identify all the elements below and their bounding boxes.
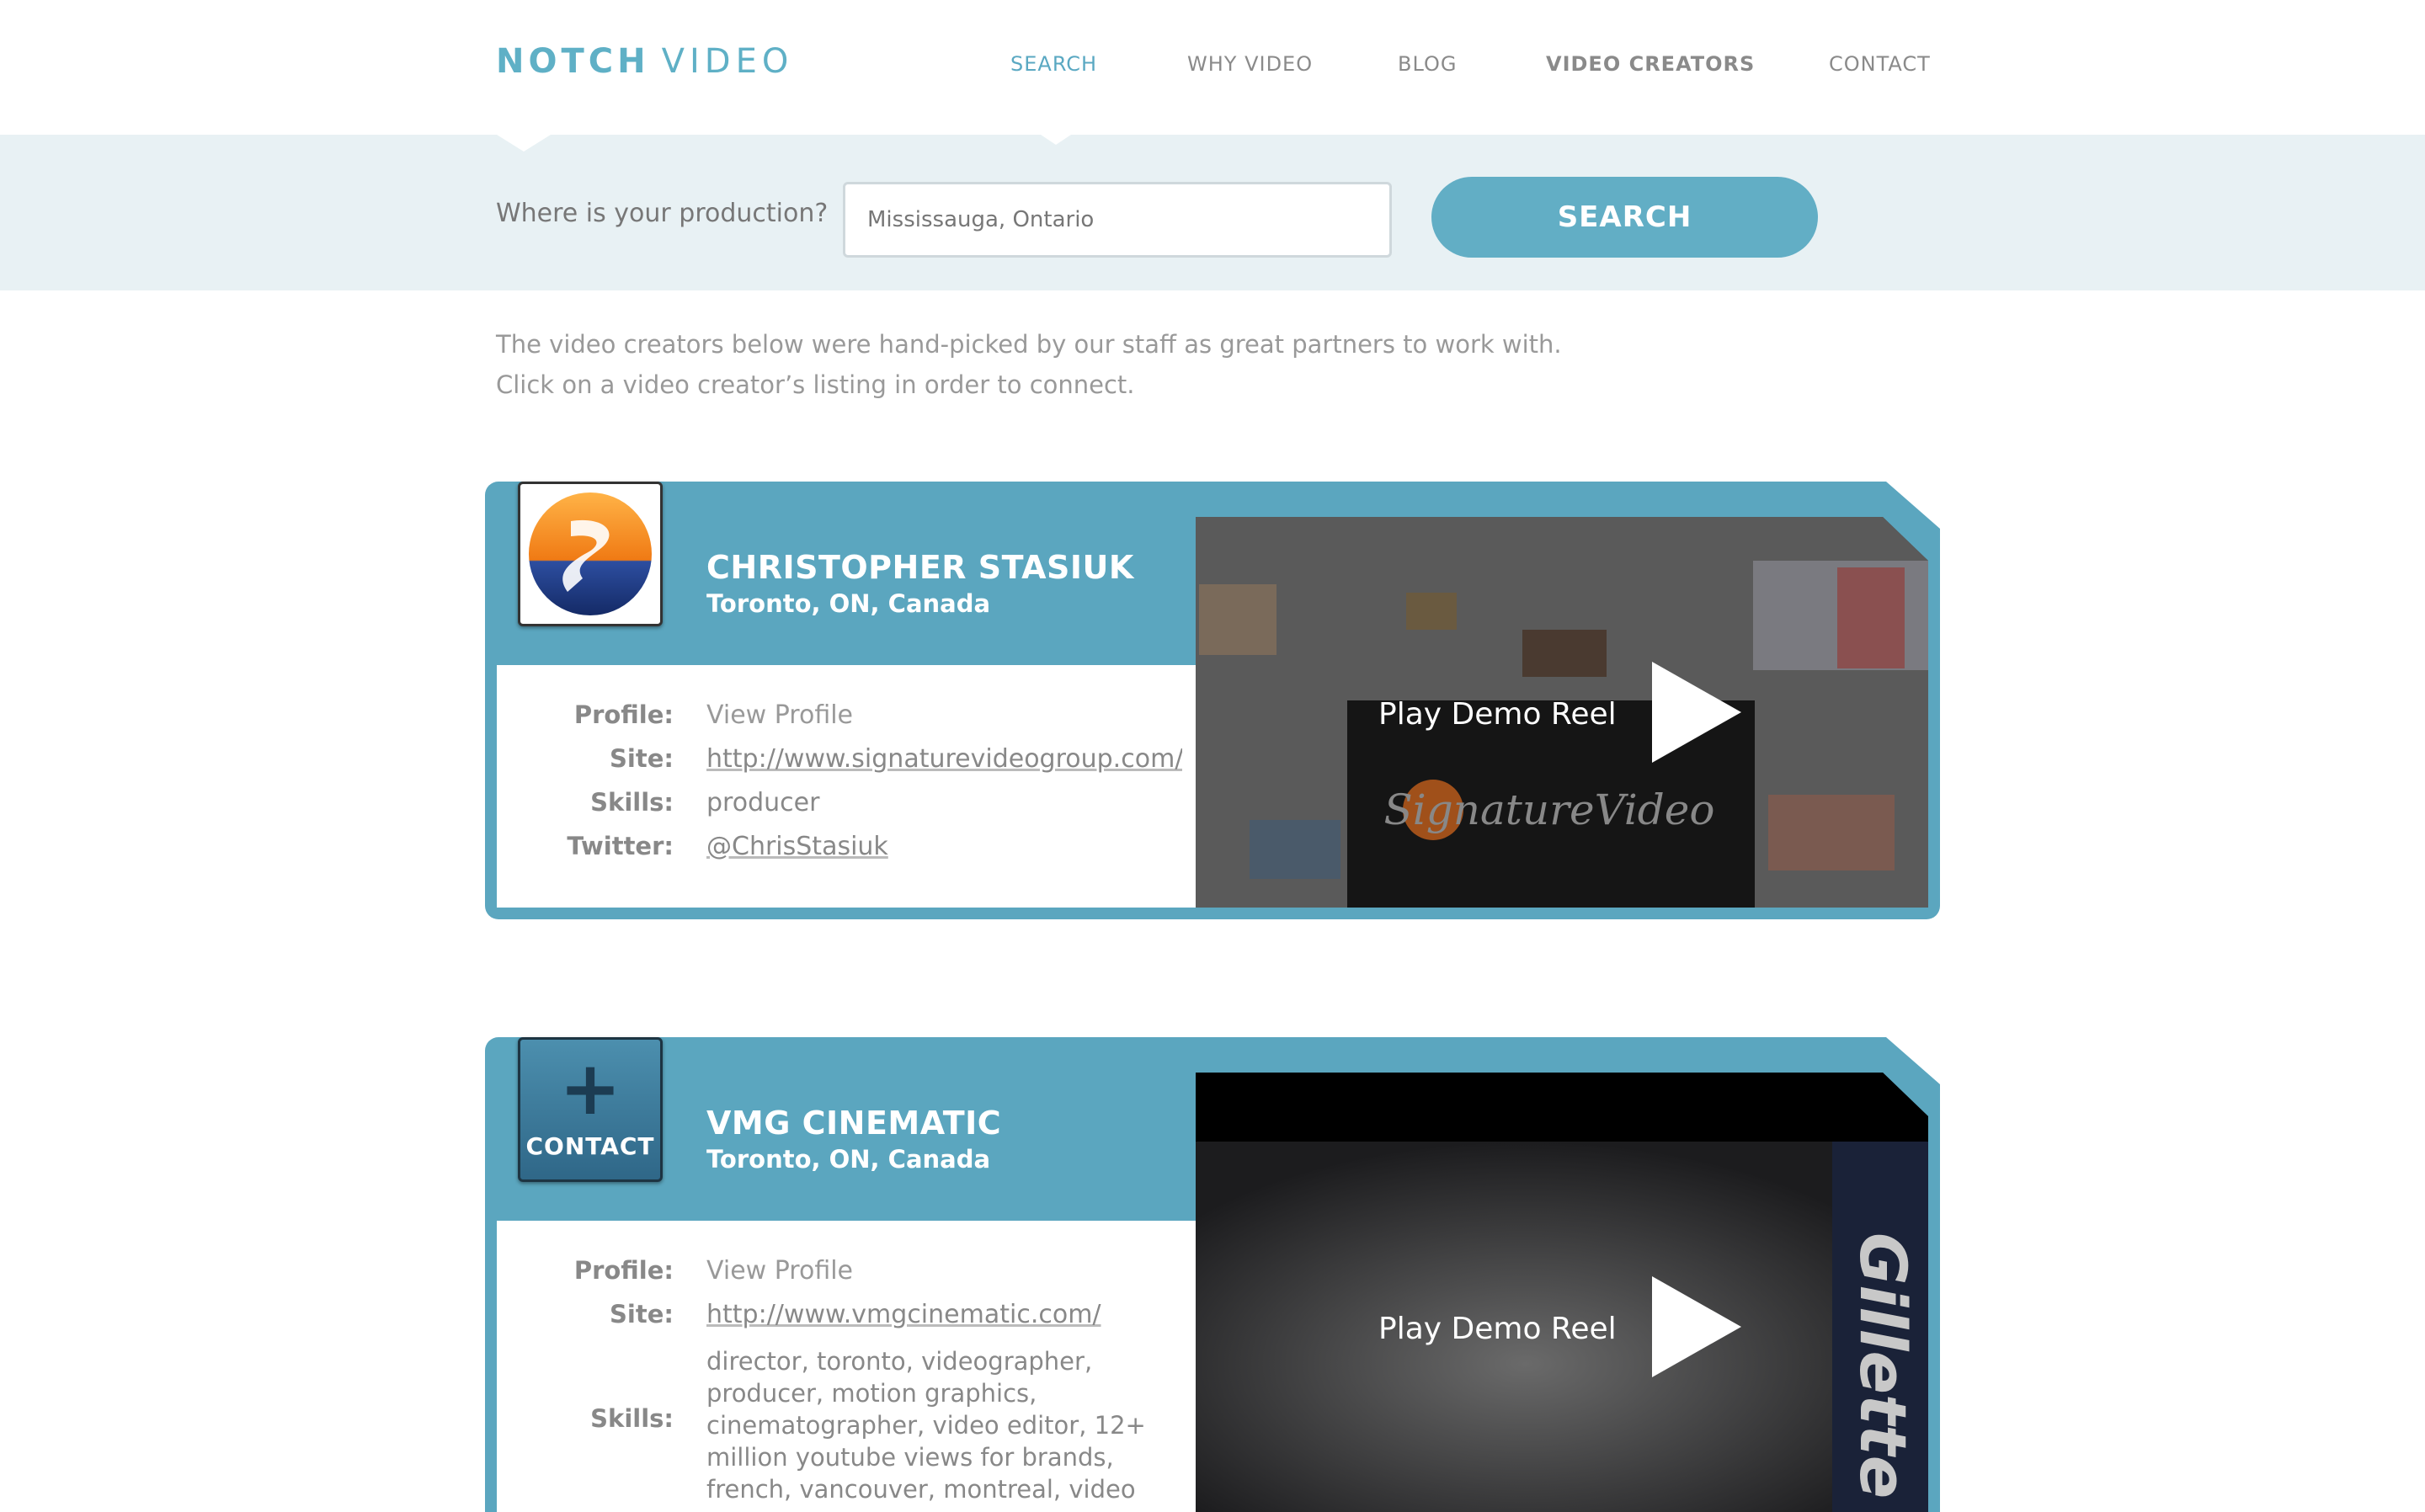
site-label: Site:	[610, 744, 674, 773]
site-link[interactable]: http://www.signaturevideogroup.com/	[706, 744, 1182, 774]
skills-value: director, toronto, videographer, produce…	[706, 1345, 1146, 1505]
creator-name[interactable]: VMG CINEMATIC	[706, 1105, 1001, 1142]
skills-label: Skills:	[590, 788, 674, 817]
nav-search[interactable]: SEARCH	[1010, 52, 1097, 76]
play-demo-label[interactable]: Play Demo Reel	[1378, 1312, 1617, 1346]
nav-contact[interactable]: CONTACT	[1829, 52, 1931, 76]
play-icon[interactable]	[1650, 662, 1743, 763]
skills-line: director, toronto, videographer,	[706, 1347, 1093, 1376]
nav-video-creators[interactable]: VIDEO CREATORS	[1546, 52, 1755, 76]
nav-why-video[interactable]: WHY VIDEO	[1187, 52, 1313, 76]
contact-button[interactable]: + CONTACT	[518, 1037, 663, 1182]
creator-avatar[interactable]	[518, 482, 663, 626]
contact-button-label: CONTACT	[525, 1132, 655, 1160]
search-label: Where is your production?	[496, 199, 829, 228]
page: NOTCH VIDEO SEARCH WHY VIDEO BLOG VIDEO C…	[0, 0, 2425, 1512]
skills-line: cinematographer, video editor, 12+	[706, 1411, 1146, 1440]
logo-notch	[497, 135, 551, 152]
thumb-brand-text: Gillette	[1846, 1232, 1921, 1499]
demo-reel-frame: Gillette	[1196, 1073, 1928, 1512]
intro-line-2: Click on a video creator’s listing in or…	[496, 370, 1135, 399]
view-profile-link[interactable]: View Profile	[706, 1256, 853, 1286]
twitter-label: Twitter:	[567, 832, 674, 860]
skills-label: Skills:	[590, 1404, 674, 1433]
play-demo-label[interactable]: Play Demo Reel	[1378, 697, 1617, 732]
skills-line: producer, motion graphics,	[706, 1379, 1037, 1408]
thumb-brand-text: SignatureVideo	[1384, 785, 1715, 834]
site-link[interactable]: http://www.vmgcinematic.com/	[706, 1300, 1101, 1329]
demo-reel-thumbnail[interactable]: SignatureVideo Play Demo Reel	[1196, 517, 1928, 908]
plus-icon: +	[559, 1045, 621, 1131]
profile-label: Profile:	[573, 1256, 674, 1285]
creator-location: Toronto, ON, Canada	[706, 589, 991, 618]
location-search-input[interactable]	[843, 182, 1392, 258]
site-label: Site:	[610, 1300, 674, 1328]
intro-line-1: The video creators below were hand-picke…	[496, 330, 1562, 359]
nav-blog[interactable]: BLOG	[1398, 52, 1457, 76]
play-icon[interactable]	[1650, 1276, 1743, 1377]
skills-line: million youtube views for brands,	[706, 1443, 1114, 1472]
logo-bold-text: NOTCH	[496, 42, 650, 81]
logo-light-text: VIDEO	[661, 42, 794, 81]
skills-value: producer	[706, 788, 820, 817]
nav-active-notch	[1041, 135, 1071, 145]
creator-name[interactable]: CHRISTOPHER STASIUK	[706, 549, 1134, 586]
demo-reel-thumbnail[interactable]: Gillette Play Demo Reel	[1196, 1073, 1928, 1512]
profile-label: Profile:	[573, 700, 674, 729]
site-logo[interactable]: NOTCH VIDEO	[496, 42, 793, 81]
creator-location: Toronto, ON, Canada	[706, 1145, 991, 1174]
search-button[interactable]: SEARCH	[1431, 177, 1818, 258]
signature-logo-icon	[529, 492, 652, 615]
view-profile-link[interactable]: View Profile	[706, 700, 853, 730]
site-header: NOTCH VIDEO SEARCH WHY VIDEO BLOG VIDEO C…	[0, 0, 2425, 135]
skills-line: french, vancouver, montreal, video	[706, 1475, 1136, 1504]
twitter-link[interactable]: @ChrisStasiuk	[706, 832, 888, 861]
